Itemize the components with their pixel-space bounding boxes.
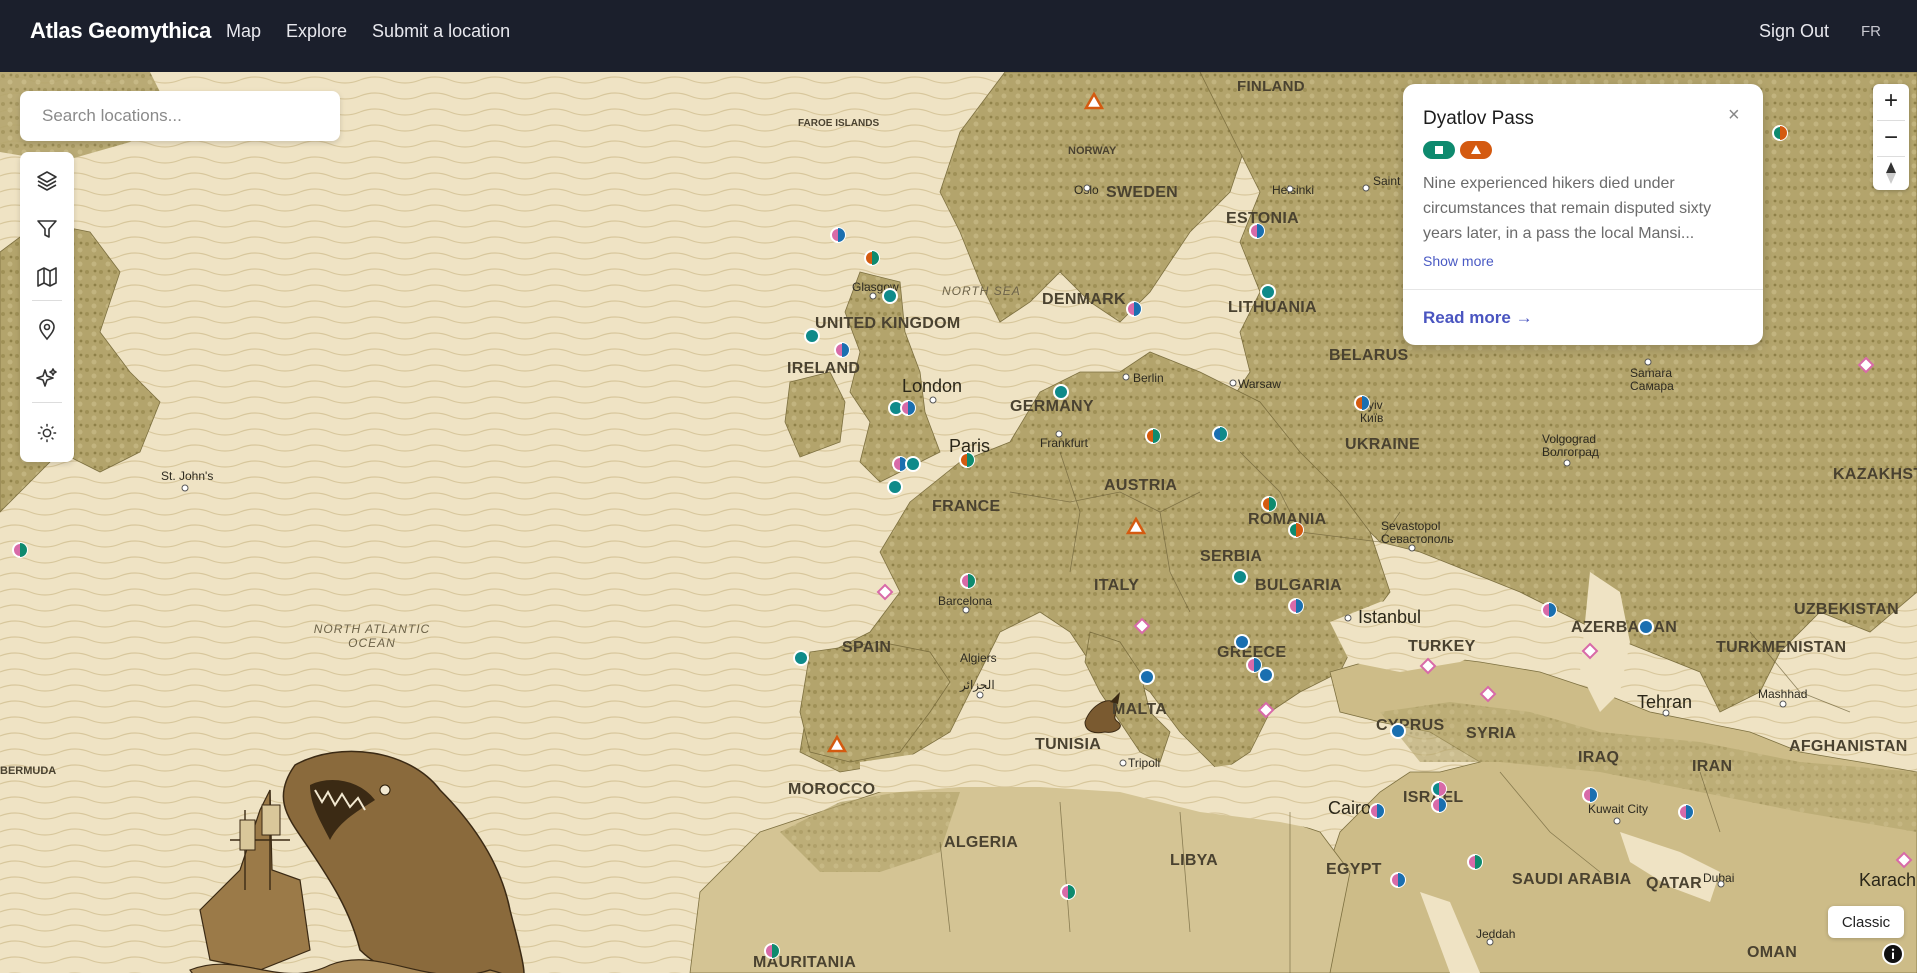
diamond-marker[interactable] bbox=[1581, 642, 1599, 660]
location-marker[interactable] bbox=[1638, 619, 1654, 635]
zoom-out-button[interactable]: − bbox=[1873, 121, 1909, 155]
location-marker[interactable] bbox=[1541, 602, 1557, 618]
main-nav: Map Explore Submit a location bbox=[226, 21, 510, 42]
triangle-marker[interactable] bbox=[1083, 91, 1105, 110]
location-marker[interactable] bbox=[1232, 569, 1248, 585]
location-marker[interactable] bbox=[959, 452, 975, 468]
search-box[interactable] bbox=[20, 91, 340, 141]
map-style-toggle[interactable]: Classic bbox=[1828, 906, 1904, 938]
diamond-marker[interactable] bbox=[1857, 356, 1875, 374]
location-marker[interactable] bbox=[804, 328, 820, 344]
location-marker[interactable] bbox=[1467, 854, 1483, 870]
nav-map[interactable]: Map bbox=[226, 21, 261, 42]
read-more-link[interactable]: Read more → bbox=[1423, 308, 1533, 328]
diamond-marker[interactable] bbox=[1419, 657, 1437, 675]
popup-title: Dyatlov Pass bbox=[1423, 108, 1534, 129]
location-marker[interactable] bbox=[882, 288, 898, 304]
diamond-marker[interactable] bbox=[1257, 701, 1275, 719]
toolbar-divider bbox=[32, 402, 62, 403]
location-marker[interactable] bbox=[1678, 804, 1694, 820]
location-marker[interactable] bbox=[830, 227, 846, 243]
location-marker[interactable] bbox=[1139, 669, 1155, 685]
nav-submit-location[interactable]: Submit a location bbox=[372, 21, 510, 42]
location-marker[interactable] bbox=[864, 250, 880, 266]
toolbar-divider bbox=[32, 300, 62, 301]
nav-explore[interactable]: Explore bbox=[286, 21, 347, 42]
location-marker[interactable] bbox=[1249, 223, 1265, 239]
location-marker[interactable] bbox=[887, 479, 903, 495]
compass-icon[interactable] bbox=[1873, 156, 1909, 190]
category-badge-triangle bbox=[1460, 141, 1492, 159]
zoom-in-button[interactable]: + bbox=[1873, 84, 1909, 118]
location-marker[interactable] bbox=[793, 650, 809, 666]
map-canvas[interactable]: FINLAND SWEDEN NORWAY ESTONIA LITHUANIA … bbox=[0, 72, 1917, 973]
location-marker[interactable] bbox=[1212, 426, 1228, 442]
location-marker[interactable] bbox=[892, 456, 908, 472]
location-marker[interactable] bbox=[1145, 428, 1161, 444]
location-marker[interactable] bbox=[1234, 634, 1250, 650]
brand-logo[interactable]: Atlas Geomythica bbox=[30, 18, 211, 44]
zoom-controls: + − bbox=[1873, 84, 1909, 190]
sign-out-button[interactable]: Sign Out bbox=[1759, 21, 1829, 42]
diamond-marker[interactable] bbox=[1479, 685, 1497, 703]
location-marker[interactable] bbox=[1246, 657, 1262, 673]
filter-icon[interactable] bbox=[32, 214, 62, 244]
location-marker[interactable] bbox=[1053, 384, 1069, 400]
location-marker[interactable] bbox=[1369, 803, 1385, 819]
map-toolbar bbox=[20, 152, 74, 462]
diamond-marker[interactable] bbox=[876, 583, 894, 601]
location-marker[interactable] bbox=[764, 943, 780, 959]
top-navigation-bar: Atlas Geomythica Map Explore Submit a lo… bbox=[0, 0, 1917, 72]
location-marker[interactable] bbox=[900, 400, 916, 416]
square-icon bbox=[1435, 146, 1443, 154]
location-marker[interactable] bbox=[1060, 884, 1076, 900]
location-marker[interactable] bbox=[1258, 667, 1274, 683]
sparkles-icon[interactable] bbox=[32, 363, 62, 393]
sun-icon[interactable] bbox=[32, 418, 62, 448]
location-marker[interactable] bbox=[1582, 787, 1598, 803]
triangle-marker[interactable] bbox=[1125, 516, 1147, 535]
close-icon[interactable]: × bbox=[1728, 104, 1740, 127]
location-marker[interactable] bbox=[834, 342, 850, 358]
triangle-marker[interactable] bbox=[826, 734, 848, 753]
location-marker[interactable] bbox=[1288, 598, 1304, 614]
search-input[interactable] bbox=[40, 105, 320, 127]
diamond-marker[interactable] bbox=[1895, 851, 1913, 869]
map-icon[interactable] bbox=[32, 262, 62, 292]
pin-icon[interactable] bbox=[32, 315, 62, 345]
location-marker[interactable] bbox=[12, 542, 28, 558]
location-marker[interactable] bbox=[1431, 781, 1447, 797]
popup-divider bbox=[1403, 289, 1763, 290]
location-marker[interactable] bbox=[960, 573, 976, 589]
location-marker[interactable] bbox=[1288, 522, 1304, 538]
category-badge-square bbox=[1423, 141, 1455, 159]
location-marker[interactable] bbox=[1390, 723, 1406, 739]
language-toggle[interactable]: FR bbox=[1861, 23, 1881, 40]
popup-description: Nine experienced hikers died under circu… bbox=[1423, 175, 1712, 242]
diamond-marker[interactable] bbox=[1133, 617, 1151, 635]
location-marker[interactable] bbox=[1260, 284, 1276, 300]
location-marker[interactable] bbox=[1390, 872, 1406, 888]
info-icon[interactable] bbox=[1882, 943, 1904, 965]
location-marker[interactable] bbox=[905, 456, 921, 472]
location-marker[interactable] bbox=[1431, 797, 1447, 813]
location-marker[interactable] bbox=[1261, 496, 1277, 512]
show-more-link[interactable]: Show more bbox=[1423, 253, 1494, 269]
location-marker[interactable] bbox=[1126, 301, 1142, 317]
location-marker[interactable] bbox=[1772, 125, 1788, 141]
location-popup: Dyatlov Pass × Nine experienced hikers d… bbox=[1403, 84, 1763, 345]
location-marker[interactable] bbox=[1354, 395, 1370, 411]
layers-icon[interactable] bbox=[32, 166, 62, 196]
triangle-icon bbox=[1471, 145, 1481, 154]
